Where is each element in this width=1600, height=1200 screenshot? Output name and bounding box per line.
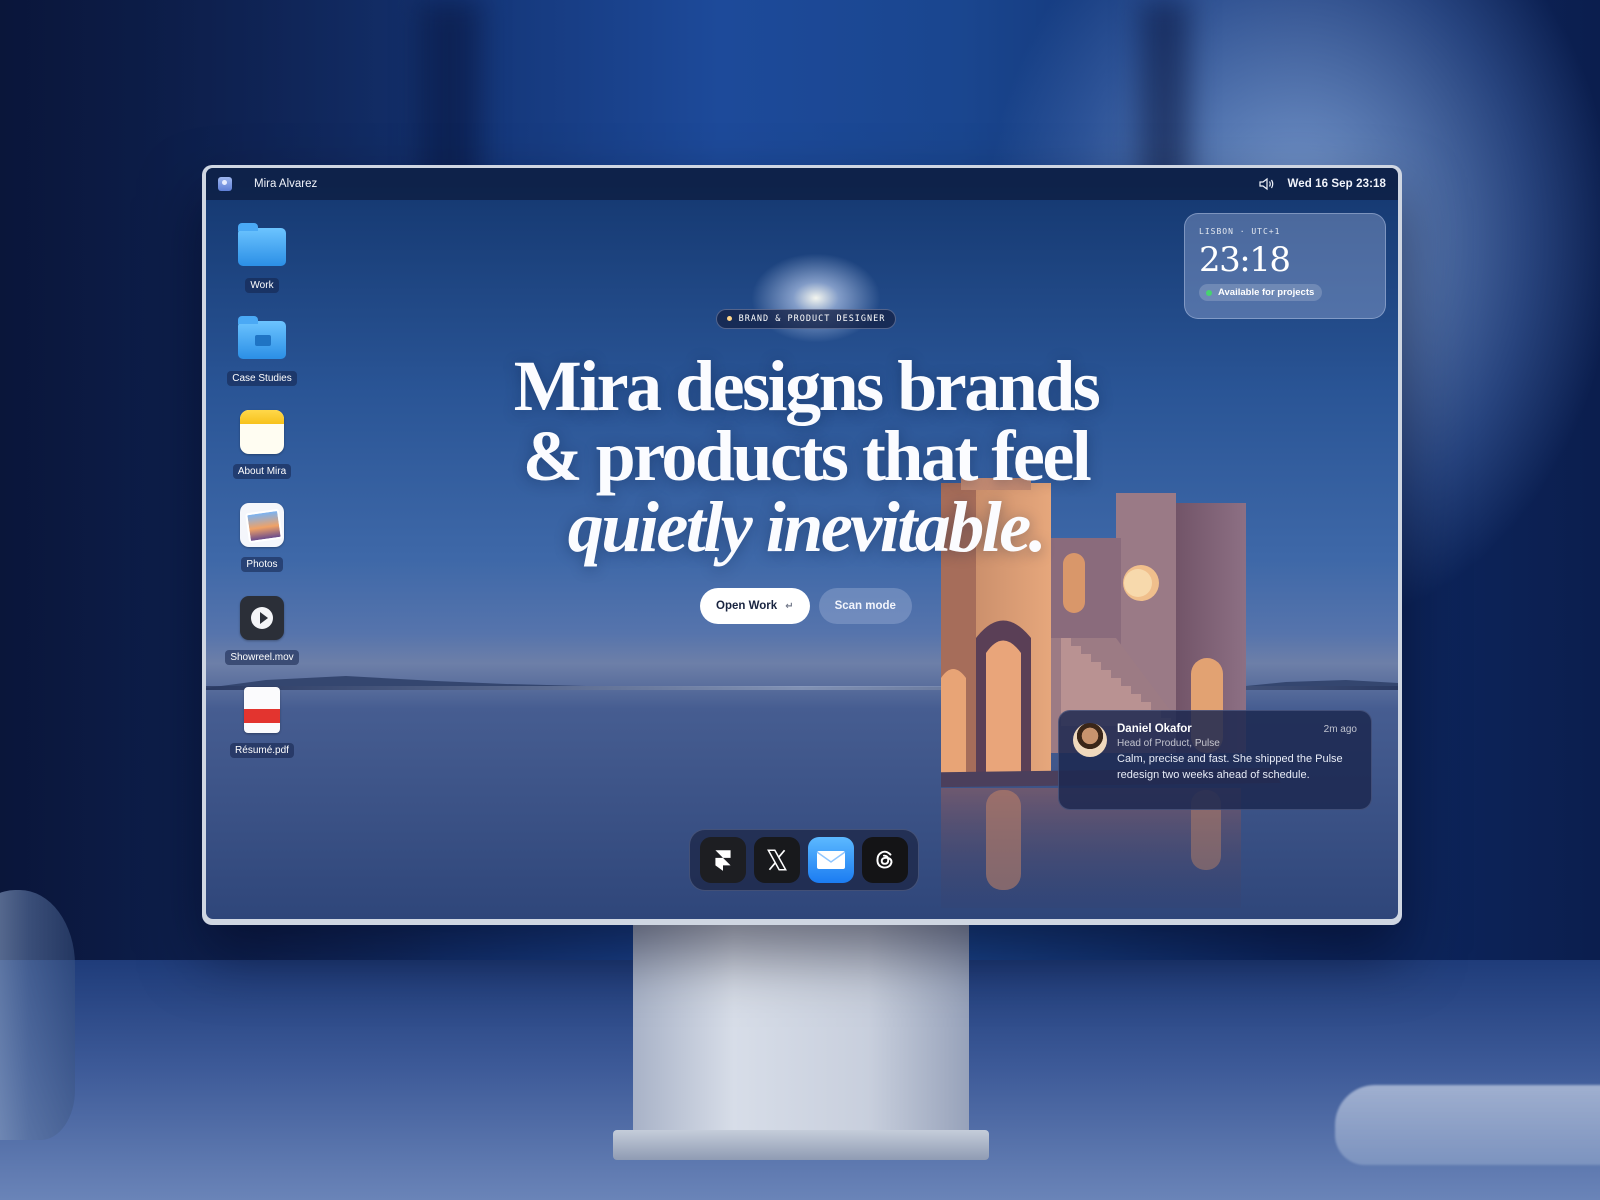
dock-app-x[interactable] <box>754 837 800 883</box>
desktop-icon-work[interactable]: Work <box>220 220 304 313</box>
monitor-stand <box>633 920 969 1152</box>
widget-city: LISBON · UTC+1 <box>1199 227 1281 236</box>
notification-name: Daniel Okafor <box>1117 723 1192 735</box>
desktop-icon-about-mira[interactable]: About Mira <box>220 406 304 499</box>
clock-widget[interactable]: LISBON · UTC+1 23:18 Available for proje… <box>1184 213 1386 319</box>
status-dot-icon <box>1206 289 1212 296</box>
dock-app-framer[interactable] <box>700 837 746 883</box>
monitor-stand-base <box>613 1130 989 1160</box>
desktop-icon-label: About Mira <box>232 464 292 479</box>
dock-app-threads[interactable] <box>862 837 908 883</box>
dock-app-mail[interactable] <box>808 837 854 883</box>
desktop-icon-label: Showreel.mov <box>225 650 299 665</box>
menu-bar-app-name[interactable]: Mira Alvarez <box>254 178 317 190</box>
role-tag: BRAND & PRODUCT DESIGNER <box>715 308 897 329</box>
desktop-icon-label: Case Studies <box>227 371 297 386</box>
menu-bar: Mira Alvarez Wed 16 Sep 23:18 <box>206 168 1398 200</box>
notification-time: 2m ago <box>1323 724 1357 735</box>
photos-icon <box>236 499 288 551</box>
widget-time: 23:18 <box>1199 240 1291 280</box>
headline-line-3: quietly inevitable. <box>567 486 1047 567</box>
availability-badge: Available for projects <box>1199 284 1323 301</box>
testimonial-notification[interactable]: Daniel Okafor 2m ago Head of Product, Pu… <box>1058 710 1372 810</box>
threads-icon <box>876 850 893 869</box>
page-title: Mira designs brands & products that feel… <box>506 345 1106 567</box>
availability-text: Available for projects <box>1218 287 1315 298</box>
pdf-file-icon <box>236 685 288 737</box>
headline-line-1: Mira designs brands <box>513 345 1101 426</box>
desktop-icon-resume[interactable]: Résumé.pdf <box>220 685 304 778</box>
desktop-screen: Mira Alvarez Wed 16 Sep 23:18 Work Case … <box>206 168 1398 919</box>
desktop-icon-label: Photos <box>241 557 283 572</box>
return-key-icon: ↵ <box>785 600 794 612</box>
notification-role: Head of Product, Pulse <box>1117 738 1220 749</box>
dock <box>689 829 919 891</box>
desktop-icon-label: Résumé.pdf <box>230 743 294 758</box>
hero: BRAND & PRODUCT DESIGNER Mira designs br… <box>506 308 1106 625</box>
menu-bar-datetime[interactable]: Wed 16 Sep 23:18 <box>1287 178 1386 190</box>
notes-icon <box>236 406 288 458</box>
monitor: Mira Alvarez Wed 16 Sep 23:18 Work Case … <box>202 165 1402 925</box>
desktop-icon-showreel[interactable]: Showreel.mov <box>220 592 304 685</box>
mail-icon <box>816 851 846 869</box>
x-icon <box>767 849 787 871</box>
role-tag-text: BRAND & PRODUCT DESIGNER <box>738 313 886 324</box>
scan-mode-button[interactable]: Scan mode <box>818 588 912 625</box>
folder-icon <box>236 220 288 272</box>
desktop-icon-case-studies[interactable]: Case Studies <box>220 313 304 406</box>
towel <box>1335 1085 1600 1165</box>
desktop-icon-photos[interactable]: Photos <box>220 499 304 592</box>
speaker-icon[interactable] <box>1259 177 1275 191</box>
headline-line-2: & products that feel <box>522 416 1092 497</box>
open-work-button[interactable]: Open Work ↵ <box>700 588 810 625</box>
vase <box>0 890 75 1140</box>
open-work-label: Open Work <box>716 600 778 613</box>
cta-group: Open Work ↵ Scan mode <box>506 588 1106 625</box>
movie-file-icon <box>236 592 288 644</box>
desktop-icon-label: Work <box>245 278 279 293</box>
desktop-icons: Work Case Studies About Mira Photos Show… <box>220 220 304 778</box>
notification-message: Calm, precise and fast. She shipped the … <box>1117 753 1343 781</box>
briefcase-folder-icon <box>236 313 288 365</box>
tag-dot-icon <box>726 316 732 321</box>
avatar <box>1073 723 1107 757</box>
app-logo-icon[interactable] <box>218 177 232 191</box>
framer-icon <box>715 850 731 871</box>
